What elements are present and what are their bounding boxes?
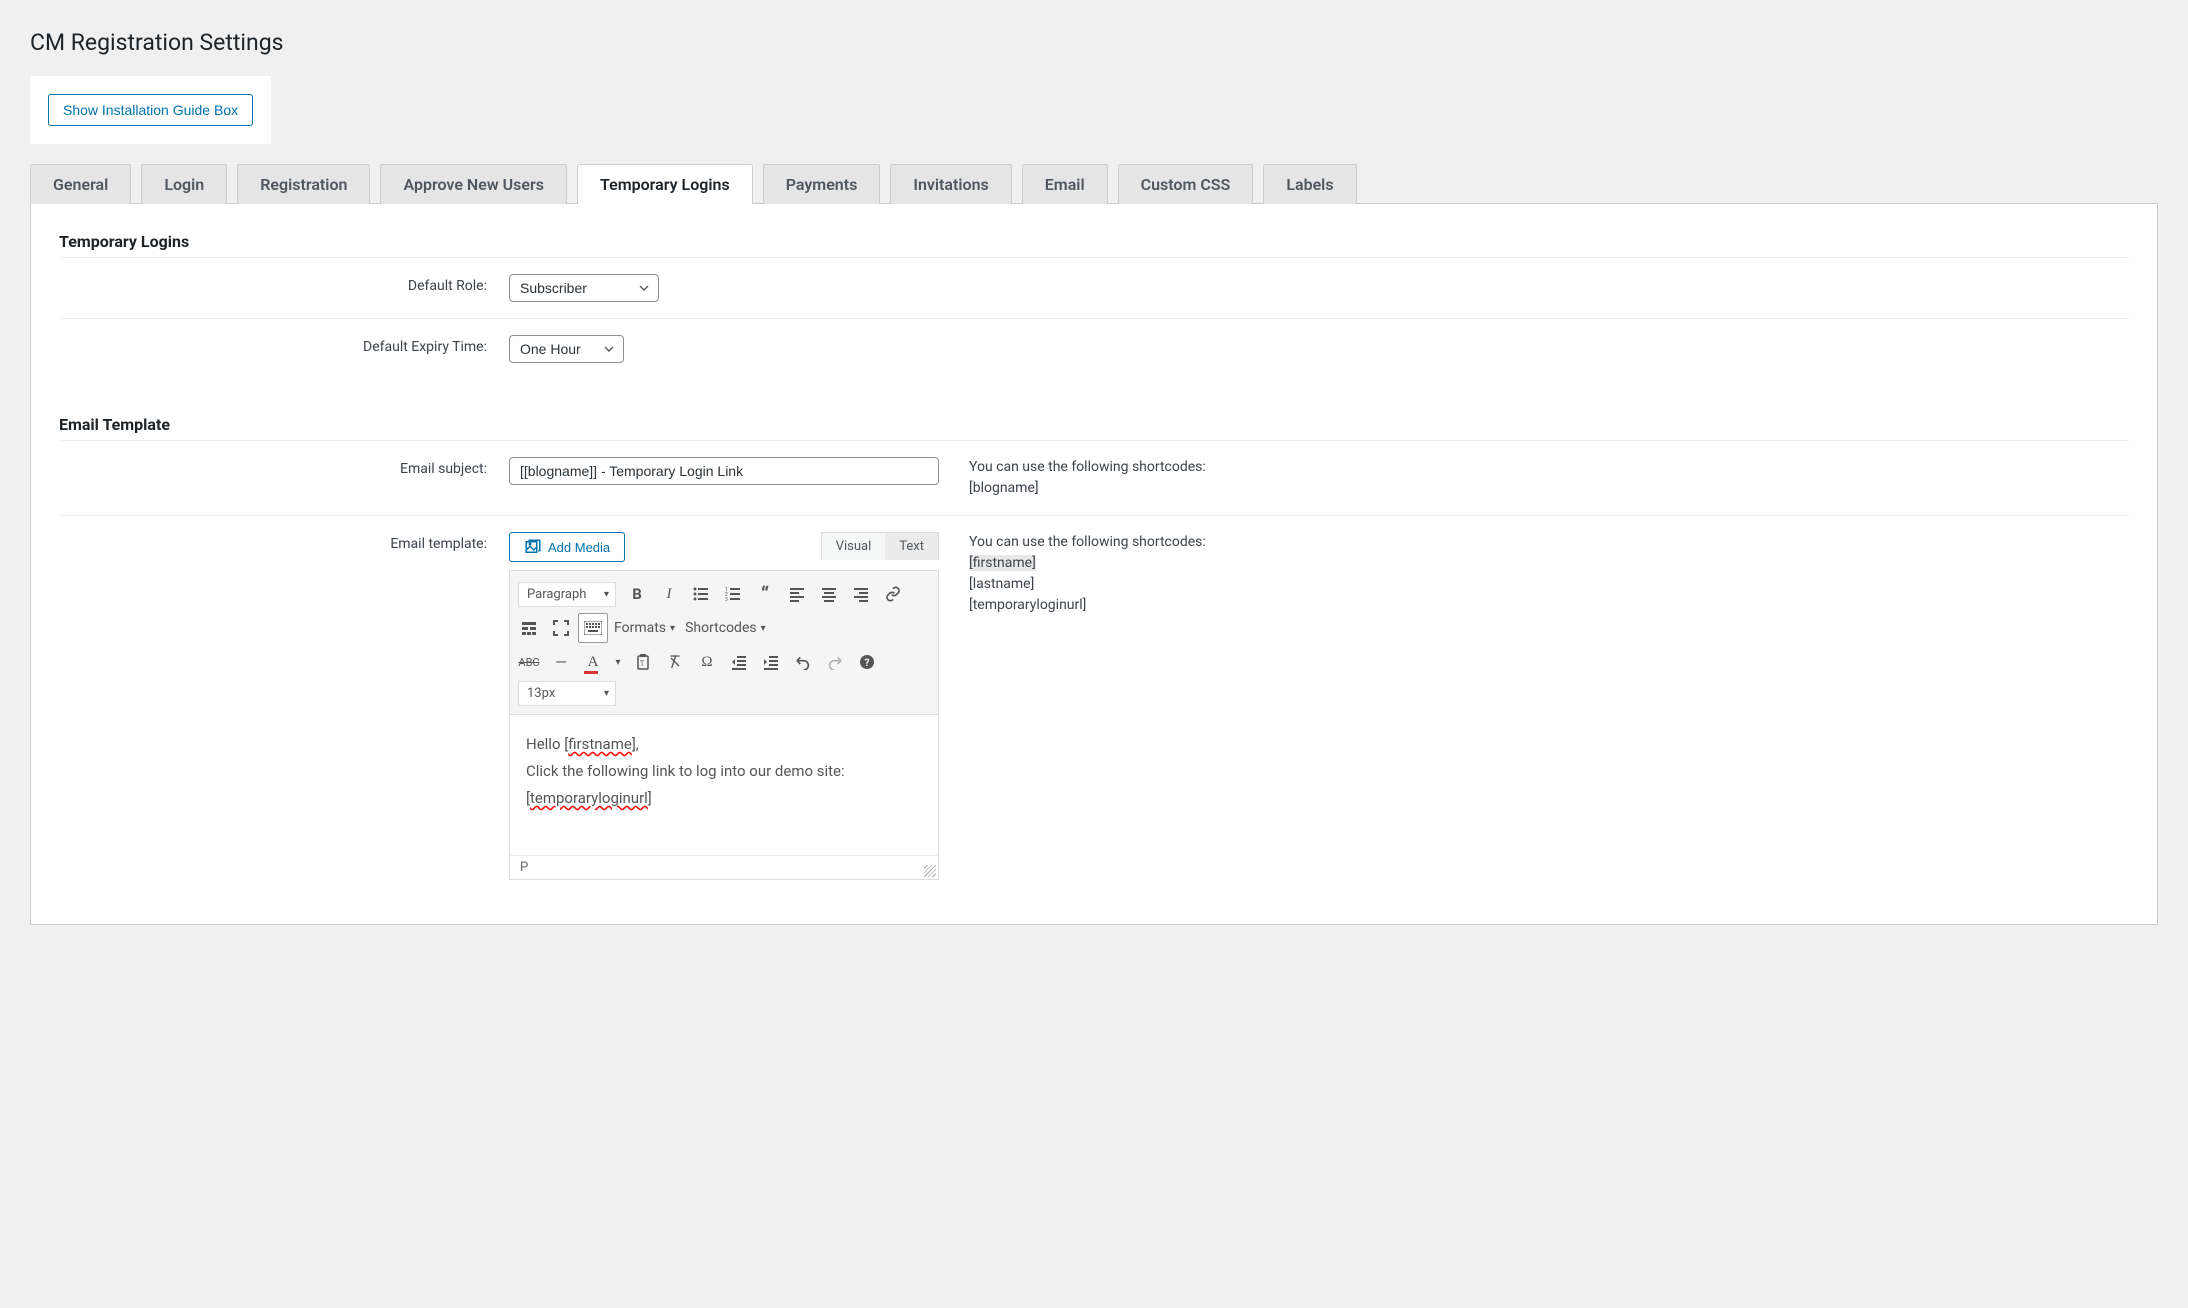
tab-labels[interactable]: Labels	[1263, 164, 1356, 204]
redo-icon[interactable]	[820, 647, 850, 677]
label-default-expiry: Default Expiry Time:	[59, 335, 509, 355]
help-email-subject: You can use the following shortcodes: [b…	[939, 457, 2129, 499]
align-center-icon[interactable]	[814, 579, 844, 609]
indent-icon[interactable]	[756, 647, 786, 677]
outdent-icon[interactable]	[724, 647, 754, 677]
page-title: CM Registration Settings	[30, 20, 2158, 76]
editor-tab-visual[interactable]: Visual	[822, 533, 886, 560]
editor-tabs: Visual Text	[821, 532, 939, 560]
special-char-icon[interactable]: Ω	[692, 647, 722, 677]
add-media-button[interactable]: Add Media	[509, 532, 625, 562]
settings-tabs: General Login Registration Approve New U…	[30, 164, 2158, 204]
row-email-subject: Email subject: You can use the following…	[59, 441, 2129, 516]
svg-text:?: ?	[865, 658, 870, 669]
wysiwyg-editor: Paragraph B I 123 “	[509, 570, 939, 880]
text-color-dropdown-icon[interactable]: ▾	[610, 647, 626, 677]
paragraph-select[interactable]: Paragraph	[518, 582, 616, 607]
toolbar-toggle-icon[interactable]	[514, 613, 544, 643]
svg-text:T: T	[640, 660, 645, 668]
editor-tab-text[interactable]: Text	[885, 533, 938, 560]
section-heading-temporary-logins: Temporary Logins	[59, 232, 2129, 258]
undo-icon[interactable]	[788, 647, 818, 677]
select-default-role[interactable]: Subscriber	[509, 274, 659, 302]
help-email-template: You can use the following shortcodes: [f…	[939, 532, 2129, 616]
label-email-subject: Email subject:	[59, 457, 509, 477]
row-email-template: Email template: Add Media Visual Text Pa…	[59, 516, 2129, 896]
media-icon	[524, 538, 542, 556]
tab-login[interactable]: Login	[141, 164, 227, 204]
tab-payments[interactable]: Payments	[763, 164, 881, 204]
select-default-expiry[interactable]: One Hour	[509, 335, 624, 363]
resize-handle-icon[interactable]	[924, 865, 936, 877]
svg-text:3: 3	[725, 597, 728, 602]
row-default-role: Default Role: Subscriber	[59, 258, 2129, 319]
input-email-subject[interactable]	[509, 457, 939, 485]
align-right-icon[interactable]	[846, 579, 876, 609]
tab-email[interactable]: Email	[1022, 164, 1108, 204]
tab-registration[interactable]: Registration	[237, 164, 370, 204]
strikethrough-icon[interactable]: ABC	[514, 647, 544, 677]
paste-icon[interactable]: T	[628, 647, 658, 677]
text-color-icon[interactable]: A	[578, 647, 608, 677]
tab-temporary-logins[interactable]: Temporary Logins	[577, 164, 753, 204]
fullscreen-icon[interactable]	[546, 613, 576, 643]
horizontal-rule-icon[interactable]: —	[546, 647, 576, 677]
tab-invitations[interactable]: Invitations	[890, 164, 1011, 204]
label-default-role: Default Role:	[59, 274, 509, 294]
align-left-icon[interactable]	[782, 579, 812, 609]
shortcodes-dropdown[interactable]: Shortcodes	[681, 620, 770, 636]
tab-general[interactable]: General	[30, 164, 131, 204]
tab-approve-new-users[interactable]: Approve New Users	[380, 164, 567, 204]
editor-toolbar: Paragraph B I 123 “	[510, 571, 938, 715]
editor-statusbar: P	[510, 855, 938, 879]
show-installation-guide-button[interactable]: Show Installation Guide Box	[48, 94, 253, 126]
settings-panel: Temporary Logins Default Role: Subscribe…	[30, 203, 2158, 925]
install-box-wrap: Show Installation Guide Box	[30, 76, 271, 144]
blockquote-icon[interactable]: “	[750, 579, 780, 609]
help-icon[interactable]: ?	[852, 647, 882, 677]
bullet-list-icon[interactable]	[686, 579, 716, 609]
editor-content-area[interactable]: Hello [firstname], Click the following l…	[510, 715, 938, 855]
tab-custom-css[interactable]: Custom CSS	[1118, 164, 1254, 204]
fontsize-select[interactable]: 13px	[518, 681, 616, 706]
italic-icon[interactable]: I	[654, 579, 684, 609]
keyboard-icon[interactable]	[578, 613, 608, 643]
link-icon[interactable]	[878, 579, 908, 609]
label-email-template: Email template:	[59, 532, 509, 552]
formats-dropdown[interactable]: Formats	[610, 620, 679, 636]
row-default-expiry: Default Expiry Time: One Hour	[59, 319, 2129, 379]
numbered-list-icon[interactable]: 123	[718, 579, 748, 609]
section-heading-email-template: Email Template	[59, 415, 2129, 441]
clear-formatting-icon[interactable]	[660, 647, 690, 677]
editor-path: P	[520, 860, 528, 875]
bold-icon[interactable]: B	[622, 579, 652, 609]
